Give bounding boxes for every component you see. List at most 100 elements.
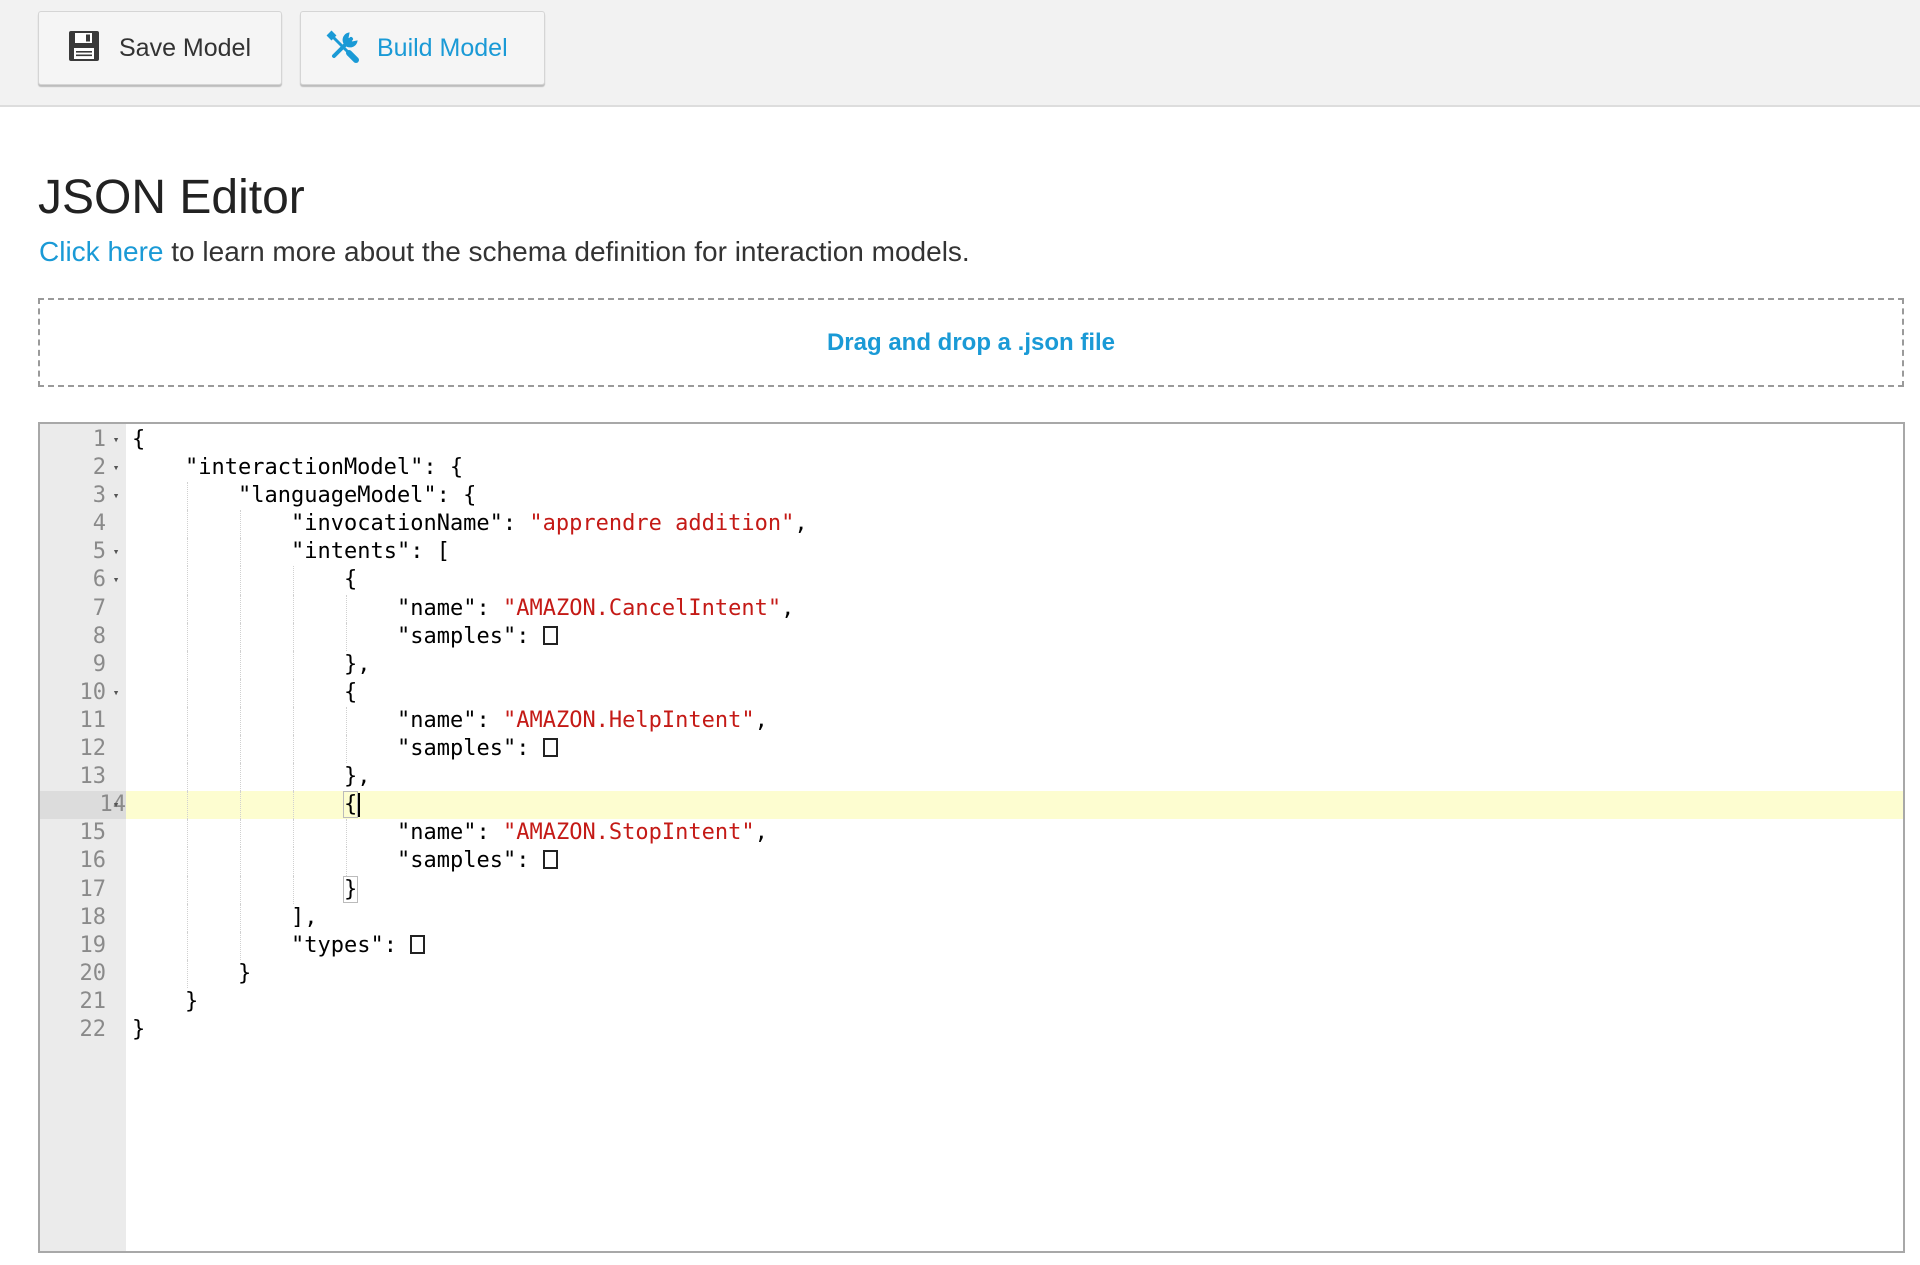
code-line[interactable]: 6 ▾ { (40, 566, 1903, 595)
indent-guide (187, 875, 188, 904)
line-number-text: 9 (92, 651, 106, 677)
code-line[interactable]: 11 "name": "AMAZON.HelpIntent", (40, 706, 1903, 736)
code-text: ], (291, 904, 318, 932)
code-token: { (344, 567, 358, 593)
code-text: { (342, 791, 361, 819)
line-number-text: 12 (79, 736, 107, 762)
fold-toggle-icon[interactable]: ▾ (109, 426, 123, 454)
indent-guide (346, 819, 347, 848)
code-line[interactable]: 10 ▾ { (40, 678, 1903, 707)
code-line[interactable]: 5 ▾ "intents": [ (40, 538, 1903, 567)
indent-guide (187, 678, 188, 707)
indent-guide (240, 931, 241, 960)
code-line[interactable]: 19 "types": (40, 931, 1903, 960)
code-text: }, (344, 763, 371, 791)
page-title: JSON Editor (38, 171, 305, 224)
indent-guide (187, 538, 188, 567)
line-number: 8 (40, 623, 106, 651)
code-line[interactable]: 13}, (40, 763, 1903, 792)
indent-guide (240, 847, 241, 876)
line-number-text: 10 (79, 679, 107, 705)
code-line[interactable]: 2 ▾ "interactionModel": { (40, 454, 1903, 482)
code-token: }, (344, 764, 371, 790)
code-line[interactable]: 4 "invocationName": "apprendre addition", (40, 510, 1903, 539)
line-number: 18 (40, 904, 107, 932)
line-number-text: 17 (79, 876, 107, 902)
code-token: "samples": (397, 736, 543, 762)
indent-guide (293, 875, 294, 904)
text-cursor (358, 793, 361, 818)
code-token: { (132, 427, 146, 452)
code-line[interactable]: 3 ▾ "languageModel": { (40, 482, 1903, 511)
json-file-dropzone[interactable]: Drag and drop a .json file (38, 298, 1904, 387)
fold-toggle-icon[interactable]: ▾ (109, 538, 123, 566)
code-token: "name": (397, 820, 503, 846)
line-number: 7 (40, 595, 106, 623)
indent-guide (346, 622, 347, 651)
save-model-button[interactable]: Save Model (38, 11, 282, 85)
code-token: "types": (291, 932, 411, 958)
indent-guide (293, 650, 294, 679)
line-number-text: 20 (79, 960, 107, 986)
code-text: } (132, 1016, 145, 1044)
indent-guide (240, 566, 241, 595)
code-token: "intents": [ (291, 539, 450, 565)
line-number-text: 2 (92, 455, 106, 481)
code-line[interactable]: 8 "samples": (40, 622, 1903, 651)
fold-toggle-icon[interactable]: ▾ (109, 791, 123, 819)
line-number-text: 13 (79, 764, 107, 790)
schema-help-link[interactable]: Click here (39, 236, 163, 267)
indent-guide (293, 791, 294, 820)
indent-guide (187, 791, 188, 820)
code-token: "languageModel": { (238, 483, 477, 509)
line-number: 5 (40, 538, 106, 566)
indent-guide (240, 678, 241, 707)
line-number: 17 (40, 876, 107, 904)
code-line[interactable]: 1 ▾ { (40, 426, 1903, 454)
indent-guide (187, 847, 188, 876)
indent-guide (187, 735, 188, 764)
indent-guide (293, 847, 294, 876)
line-number-text: 19 (79, 932, 107, 958)
indent-guide (240, 594, 241, 623)
indent-guide (240, 791, 241, 820)
code-line[interactable]: 22} (40, 1016, 1903, 1044)
line-number: 3 (40, 482, 106, 510)
line-number-text: 7 (92, 595, 106, 621)
code-token: "invocationName": (291, 511, 530, 537)
floppy-disk-icon (67, 29, 105, 67)
code-line[interactable]: 18], (40, 903, 1903, 932)
code-line[interactable]: 17} (40, 875, 1903, 904)
line-number-text: 5 (92, 539, 106, 565)
line-number-text: 16 (79, 848, 107, 874)
code-line[interactable]: 20} (40, 959, 1903, 988)
empty-array-token (542, 625, 558, 645)
code-line[interactable]: 16 "samples": (40, 847, 1903, 876)
line-number: 13 (40, 763, 107, 791)
fold-toggle-icon[interactable]: ▾ (109, 679, 123, 707)
string-token: "AMAZON.CancelIntent" (502, 595, 782, 621)
code-line[interactable]: 7 "name": "AMAZON.CancelIntent", (40, 594, 1903, 623)
editor-code-area[interactable]: 1 ▾{2 ▾ "interactionModel": {3 ▾ "languageMod… (40, 426, 1903, 1044)
code-line[interactable]: 14 ▾{ (40, 791, 1903, 820)
build-model-button[interactable]: Build Model (300, 11, 545, 85)
indent-guide (187, 959, 188, 988)
fold-toggle-icon[interactable]: ▾ (109, 482, 123, 510)
code-text: { (344, 566, 357, 594)
indent-guide (346, 847, 347, 876)
code-text: { (132, 426, 145, 454)
code-line[interactable]: 21} (40, 988, 1903, 1016)
code-line[interactable]: 9}, (40, 650, 1903, 679)
fold-toggle-icon[interactable]: ▾ (109, 566, 123, 594)
line-number: 12 (40, 735, 107, 763)
json-code-editor[interactable]: 1 ▾{2 ▾ "interactionModel": {3 ▾ "languageMod… (38, 422, 1905, 1253)
code-line[interactable]: 15 "name": "AMAZON.StopIntent", (40, 819, 1903, 848)
indent-guide (187, 819, 188, 848)
fold-toggle-icon[interactable]: ▾ (109, 454, 123, 482)
indent-guide (187, 510, 188, 539)
indent-guide (293, 678, 294, 707)
wrench-screwdriver-icon (325, 29, 363, 67)
code-line[interactable]: 12 "samples": (40, 735, 1903, 764)
indent-guide (187, 482, 188, 511)
indent-guide (346, 594, 347, 623)
